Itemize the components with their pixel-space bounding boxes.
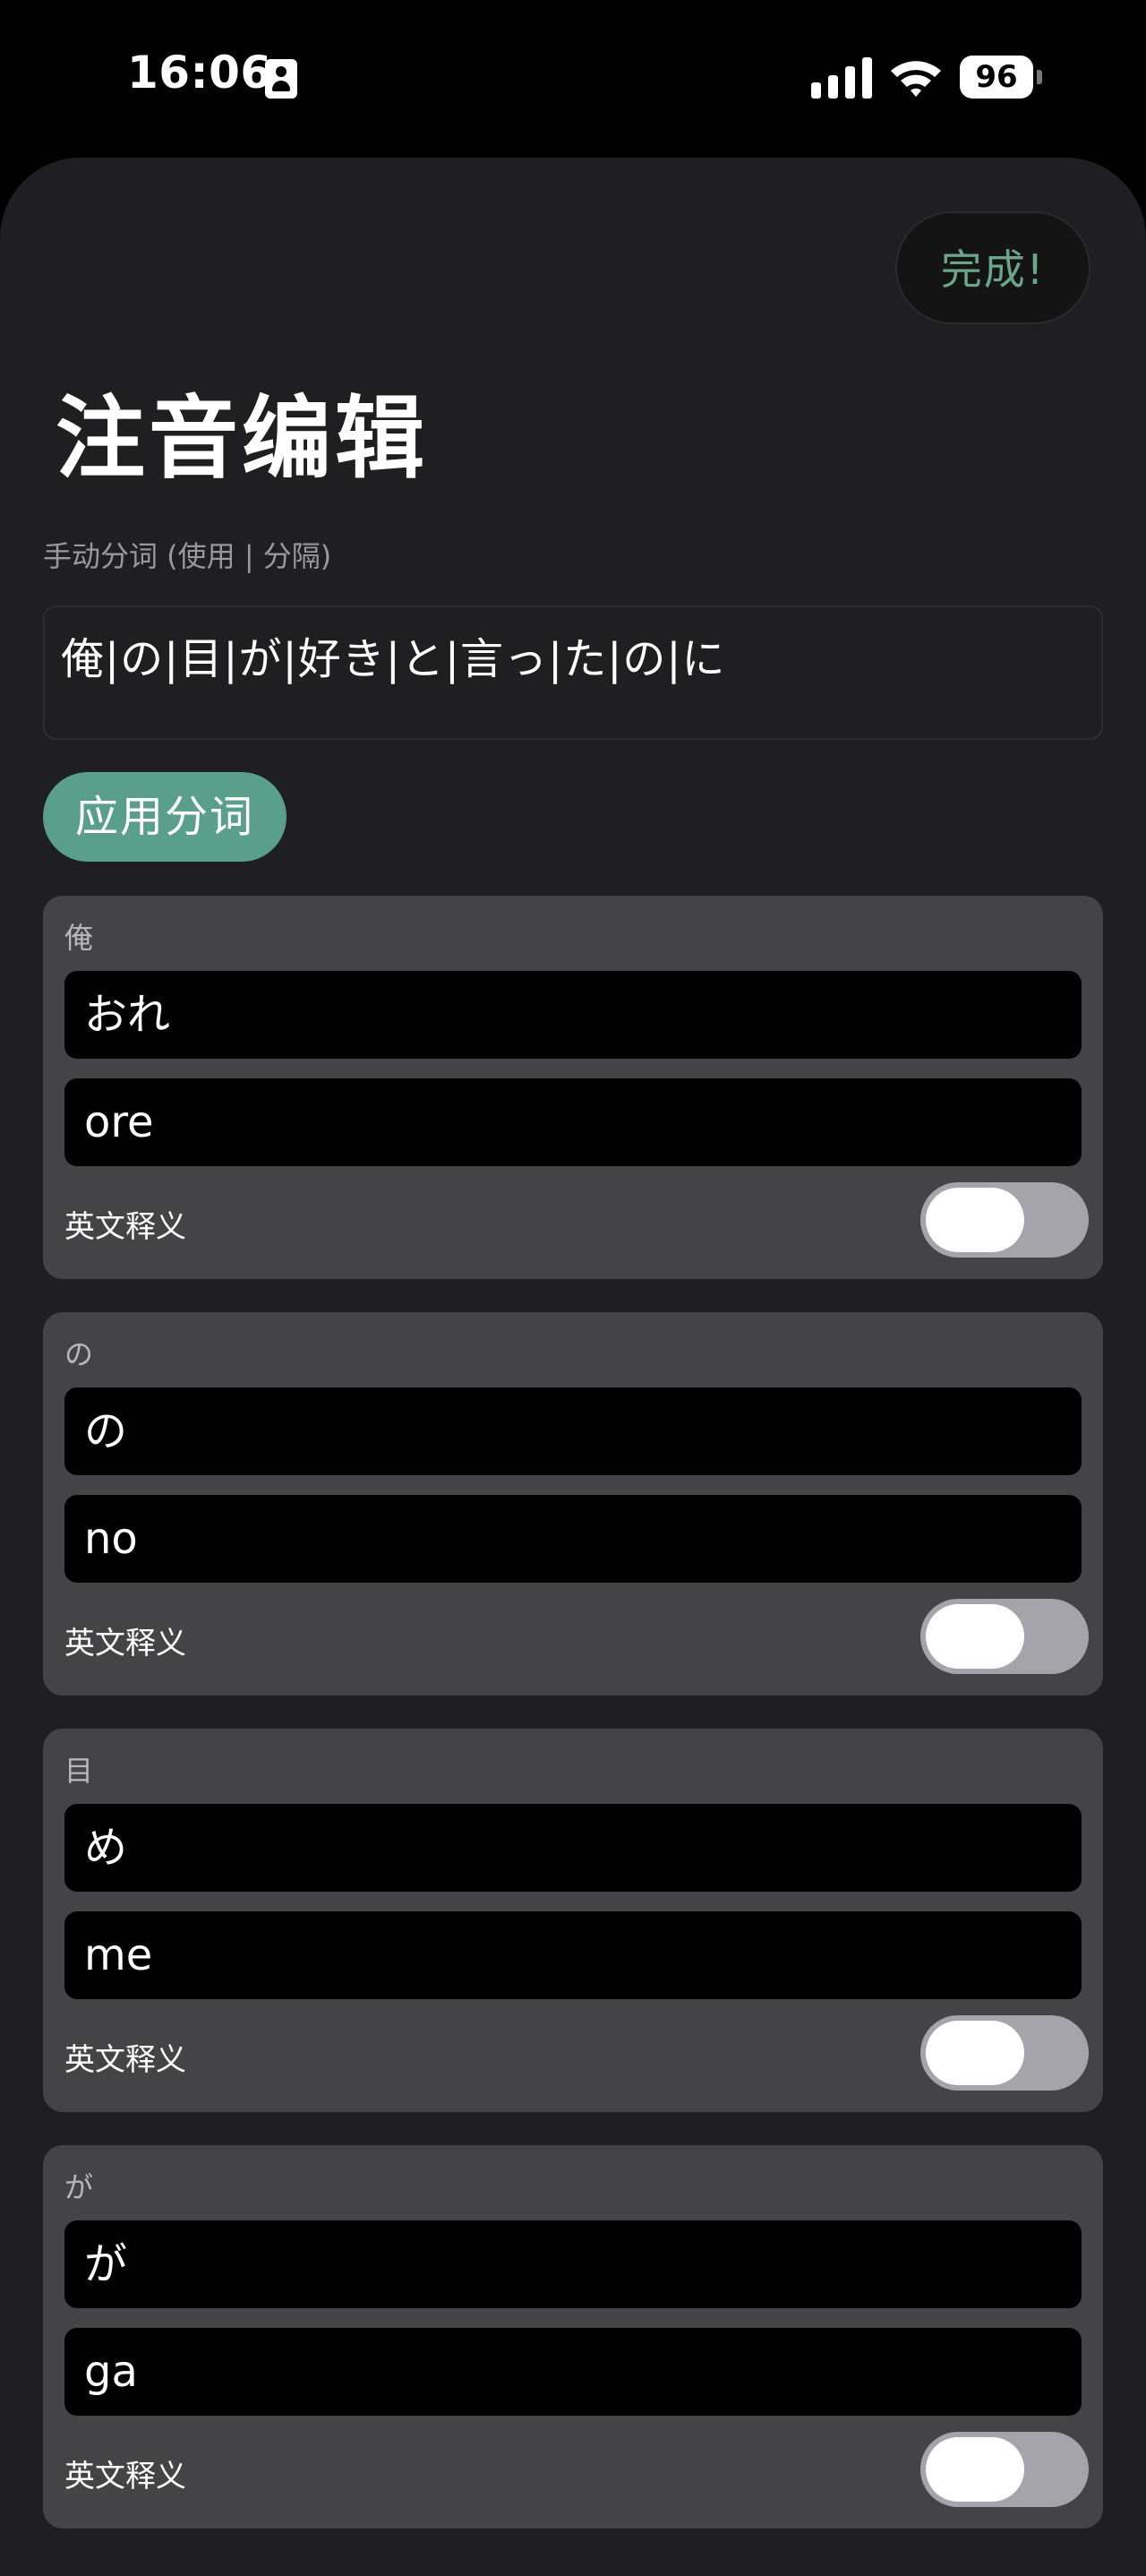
english-meaning-label: 英文释义 (64, 1626, 186, 1662)
word-surface: 目 (64, 1754, 94, 1788)
toggle-knob (926, 2021, 1024, 2085)
word-card: 目 め me 英文释义 (43, 1729, 1103, 2112)
romaji-field[interactable]: ore (64, 1078, 1082, 1166)
toggle-knob (926, 1604, 1024, 1669)
english-meaning-label: 英文释义 (64, 1209, 186, 1245)
signal-icon (811, 57, 872, 99)
battery-level: 96 (960, 56, 1033, 99)
wifi-icon (888, 56, 944, 99)
kana-field[interactable]: が (64, 2220, 1082, 2308)
toggle-knob (926, 2437, 1024, 2502)
segmentation-input[interactable]: 俺|の|目|が|好き|と|言っ|た|の|に (43, 605, 1103, 740)
english-meaning-toggle[interactable] (920, 2015, 1089, 2091)
kana-field[interactable]: おれ (64, 971, 1082, 1059)
kana-field[interactable]: の (64, 1387, 1082, 1475)
status-time: 16:06 (127, 47, 272, 99)
apply-segmentation-button[interactable]: 应用分词 (43, 772, 286, 862)
english-meaning-toggle[interactable] (920, 1599, 1089, 1674)
word-surface: の (64, 1337, 94, 1371)
segmentation-label: 手动分词 (使用 | 分隔) (43, 539, 332, 573)
english-meaning-toggle[interactable] (920, 2432, 1089, 2507)
english-meaning-toggle[interactable] (920, 1182, 1089, 1258)
annotation-editor-sheet: 完成! 注音编辑 手动分词 (使用 | 分隔) 俺|の|目|が|好き|と|言っ|… (0, 158, 1146, 2576)
page-title: 注音编辑 (56, 386, 428, 491)
romaji-field[interactable]: me (64, 1911, 1082, 1999)
status-bar: 16:06 96 (0, 0, 1146, 152)
english-meaning-label: 英文释义 (64, 2042, 186, 2078)
battery-icon: 96 (960, 56, 1042, 99)
romaji-field[interactable]: ga (64, 2328, 1082, 2416)
word-card: の の no 英文释义 (43, 1312, 1103, 1696)
romaji-field[interactable]: no (64, 1495, 1082, 1583)
word-card: 俺 おれ ore 英文释义 (43, 896, 1103, 1279)
id-card-icon (265, 59, 297, 99)
english-meaning-label: 英文释义 (64, 2459, 186, 2494)
word-list: 俺 おれ ore 英文释义 の の no 英文释义 目 め me 英文释义 が … (43, 896, 1103, 2562)
toggle-knob (926, 1188, 1024, 1252)
kana-field[interactable]: め (64, 1804, 1082, 1892)
done-button[interactable]: 完成! (895, 211, 1090, 324)
word-surface: 俺 (64, 921, 94, 955)
word-card: が が ga 英文释义 (43, 2145, 1103, 2529)
word-surface: が (64, 2170, 94, 2204)
